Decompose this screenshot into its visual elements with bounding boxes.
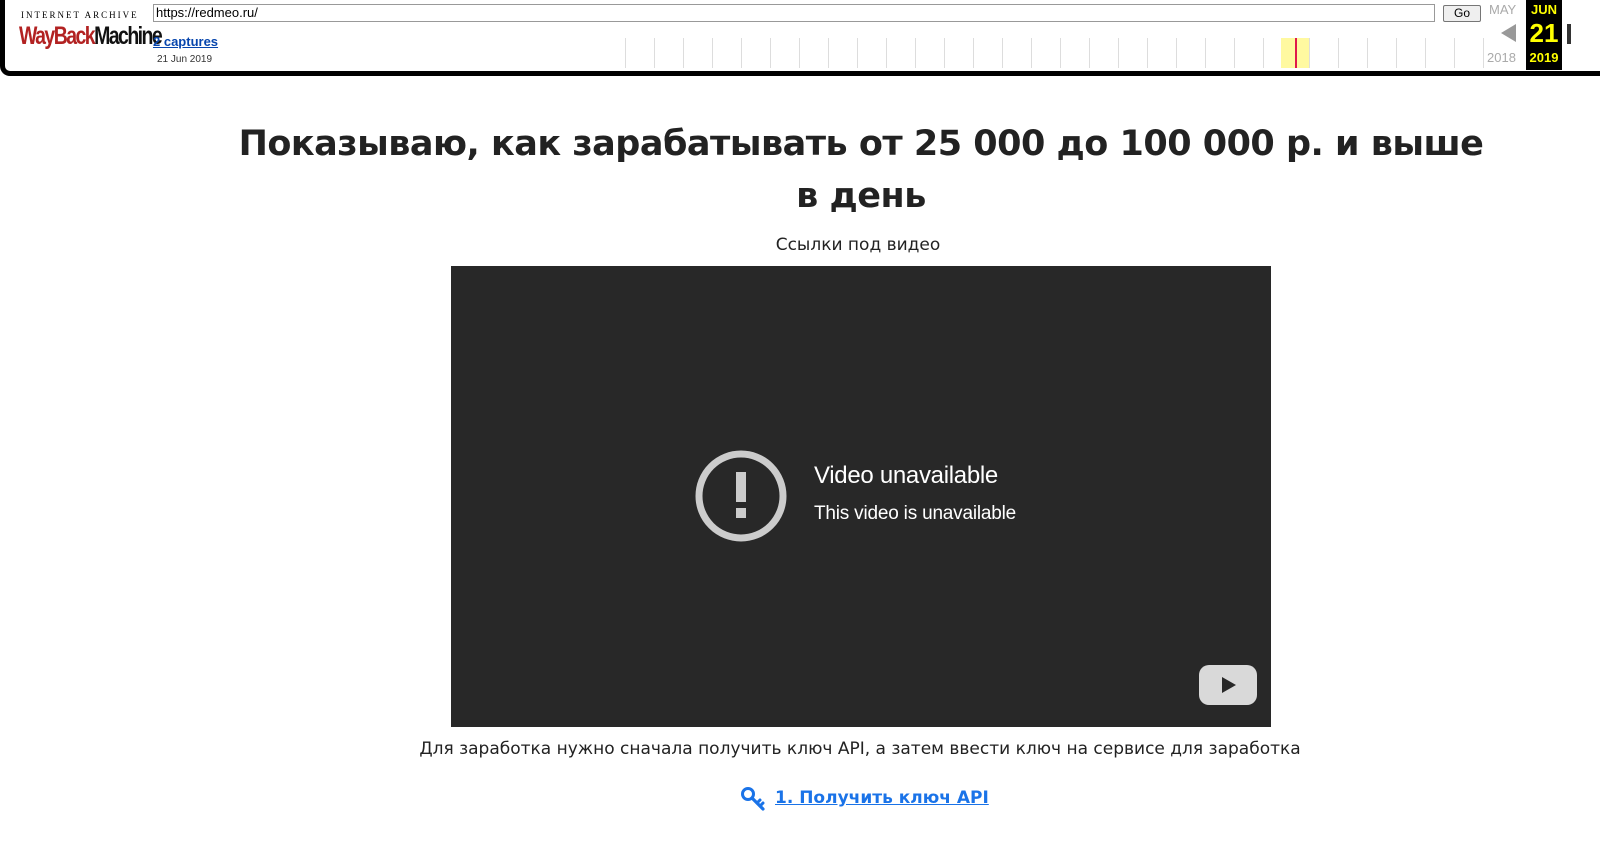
wayback-go-button[interactable]: Go (1443, 5, 1481, 22)
video-error-message: This video is unavailable (814, 503, 1017, 524)
captures-date-range: 21 Jun 2019 (157, 54, 213, 65)
captures-link[interactable]: 2 captures (153, 34, 218, 49)
current-year: 2019 (1529, 50, 1559, 65)
sparkline-tick (1234, 38, 1235, 68)
wayback-logo-wayback: WayBack (19, 22, 96, 50)
wayback-toolbar: INTERNET ARCHIVE WayBackMachine https://… (0, 0, 1600, 76)
wayback-logo-top-text: INTERNET ARCHIVE (21, 10, 139, 20)
sparkline-tick (1396, 38, 1397, 68)
sparkline-tick (857, 38, 858, 68)
current-month: JUN (1530, 2, 1557, 17)
sparkline-tick (654, 38, 655, 68)
video-player[interactable]: Video unavailable This video is unavaila… (451, 266, 1271, 727)
sparkline-tick (886, 38, 887, 68)
next-arrow-icon[interactable] (1567, 24, 1571, 44)
wayback-logo-wordmark: WayBackMachine (19, 22, 163, 51)
sparkline-tick (1338, 38, 1339, 68)
key-icon (741, 787, 765, 811)
sparkline-tick (1176, 38, 1177, 68)
sparkline-tick (1454, 38, 1455, 68)
prev-arrow-icon[interactable] (1501, 24, 1516, 42)
sparkline-tick (1089, 38, 1090, 68)
sparkline-tick (625, 38, 626, 68)
sparkline-tick (770, 38, 771, 68)
sparkline-tick (915, 38, 916, 68)
prev-month-label[interactable]: MAY (1489, 2, 1516, 17)
current-day: 21 (1529, 18, 1559, 48)
sparkline-tick (1147, 38, 1148, 68)
sparkline-capture-mark[interactable] (1295, 38, 1297, 68)
get-api-key-link[interactable]: 1. Получить ключ API (775, 788, 989, 808)
sparkline-tick (741, 38, 742, 68)
page-subtitle: Ссылки под видео (775, 235, 941, 255)
prev-year-label[interactable]: 2018 (1487, 50, 1516, 65)
wayback-logo[interactable]: INTERNET ARCHIVE WayBackMachine (19, 8, 163, 58)
sparkline-tick (1002, 38, 1003, 68)
sparkline-tick (712, 38, 713, 68)
video-error-title: Video unavailable (814, 462, 998, 489)
page-title: Показываю, как зарабатывать от 25 000 до… (238, 124, 1484, 216)
capture-sparkline[interactable] (625, 38, 1485, 68)
sparkline-tick (1309, 38, 1310, 68)
sparkline-tick (944, 38, 945, 68)
sparkline-tick (1118, 38, 1119, 68)
current-capture-date: JUN 21 2019 (1526, 0, 1562, 70)
sparkline-tick (828, 38, 829, 68)
sparkline-tick (1060, 38, 1061, 68)
exclamation-circle-icon (695, 450, 787, 542)
sparkline-tick (1031, 38, 1032, 68)
youtube-play-icon[interactable] (1199, 665, 1257, 705)
sparkline-tick (973, 38, 974, 68)
wayback-logo-machine: Machine (94, 22, 163, 50)
sparkline-tick (1205, 38, 1206, 68)
sparkline-tick (1483, 38, 1484, 68)
sparkline-tick (1425, 38, 1426, 68)
sparkline-tick (1367, 38, 1368, 68)
wayback-url-input[interactable]: https://redmeo.ru/ (153, 4, 1435, 22)
instructions-text: Для заработка нужно сначала получить клю… (419, 739, 1301, 759)
sparkline-tick (799, 38, 800, 68)
sparkline-tick (683, 38, 684, 68)
sparkline-tick (1263, 38, 1264, 68)
